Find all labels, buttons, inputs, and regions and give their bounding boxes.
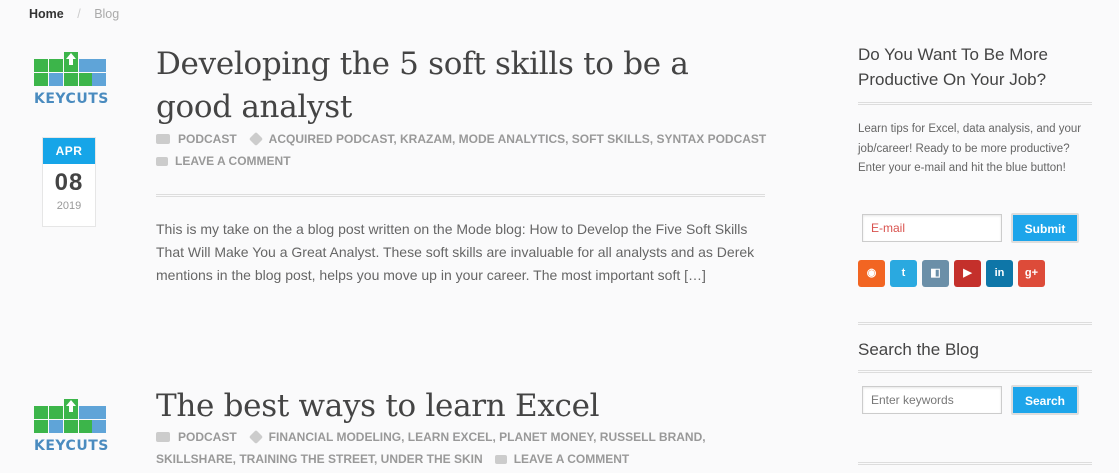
- date-month: APR: [43, 138, 95, 164]
- comment-icon: [156, 157, 168, 166]
- newsletter-widget-title: Do You Want To Be More Productive On You…: [858, 45, 1048, 89]
- logo-text: KEYCUTS: [34, 91, 109, 107]
- comment-icon: [494, 455, 507, 464]
- google-plus-icon[interactable]: g+: [1018, 260, 1045, 287]
- search-button[interactable]: Search: [1011, 385, 1079, 415]
- post-date-badge: APR 08 2019: [42, 137, 96, 227]
- keycuts-logo: KEYCUTS: [34, 50, 109, 110]
- email-input[interactable]: E-mail: [862, 214, 1002, 242]
- rss-icon[interactable]: ◉: [858, 260, 885, 287]
- search-input[interactable]: Enter keywords: [862, 386, 1002, 414]
- linkedin-icon[interactable]: in: [986, 260, 1013, 287]
- post-divider: [156, 194, 765, 197]
- post-title[interactable]: Developing the 5 soft skills to be a goo…: [156, 43, 756, 129]
- youtube-icon[interactable]: ▶: [954, 260, 981, 287]
- twitter-icon[interactable]: t: [890, 260, 917, 287]
- tag-icon: [248, 131, 263, 147]
- widget-divider: [858, 370, 1092, 373]
- submit-button[interactable]: Submit: [1011, 213, 1079, 243]
- newsletter-description: Learn tips for Excel, data analysis, and…: [858, 123, 1082, 174]
- folder-icon: [156, 134, 170, 144]
- date-year: 2019: [56, 200, 82, 212]
- leave-comment-link[interactable]: LEAVE A COMMENT: [175, 154, 291, 168]
- arrow-up-icon: [66, 400, 76, 412]
- post-meta: PODCAST ACQUIRED PODCAST, KRAZAM, MODE AN…: [156, 128, 776, 172]
- tag-icon: [248, 429, 263, 445]
- widget-divider: [858, 322, 1092, 325]
- breadcrumb: Home / Blog: [29, 7, 119, 21]
- breadcrumb-home-link[interactable]: Home: [29, 7, 64, 21]
- social-icons: ◉ t ◧ ▶ in g+: [858, 260, 1045, 287]
- breadcrumb-separator: /: [77, 7, 81, 21]
- folder-icon: [156, 432, 170, 442]
- arrow-up-icon: [66, 53, 76, 65]
- widget-divider: [858, 462, 1092, 465]
- delicious-icon[interactable]: ◧: [922, 260, 949, 287]
- breadcrumb-current: Blog: [94, 7, 120, 21]
- category-link[interactable]: PODCAST: [178, 430, 237, 444]
- post-meta: PODCAST FINANCIAL MODELING, LEARN EXCEL, …: [156, 426, 776, 470]
- logo-text: KEYCUTS: [34, 438, 109, 454]
- widget-divider: [858, 102, 1092, 105]
- post-excerpt: This is my take on the a blog post writt…: [156, 221, 755, 283]
- search-widget-title: Search the Blog: [858, 340, 979, 359]
- keycuts-logo: KEYCUTS: [34, 397, 109, 457]
- tags-links[interactable]: ACQUIRED PODCAST, KRAZAM, MODE ANALYTICS…: [269, 132, 767, 146]
- category-link[interactable]: PODCAST: [178, 132, 237, 146]
- post-title[interactable]: The best ways to learn Excel: [156, 385, 756, 428]
- leave-comment-link[interactable]: LEAVE A COMMENT: [514, 452, 630, 466]
- date-day: 08: [54, 169, 84, 196]
